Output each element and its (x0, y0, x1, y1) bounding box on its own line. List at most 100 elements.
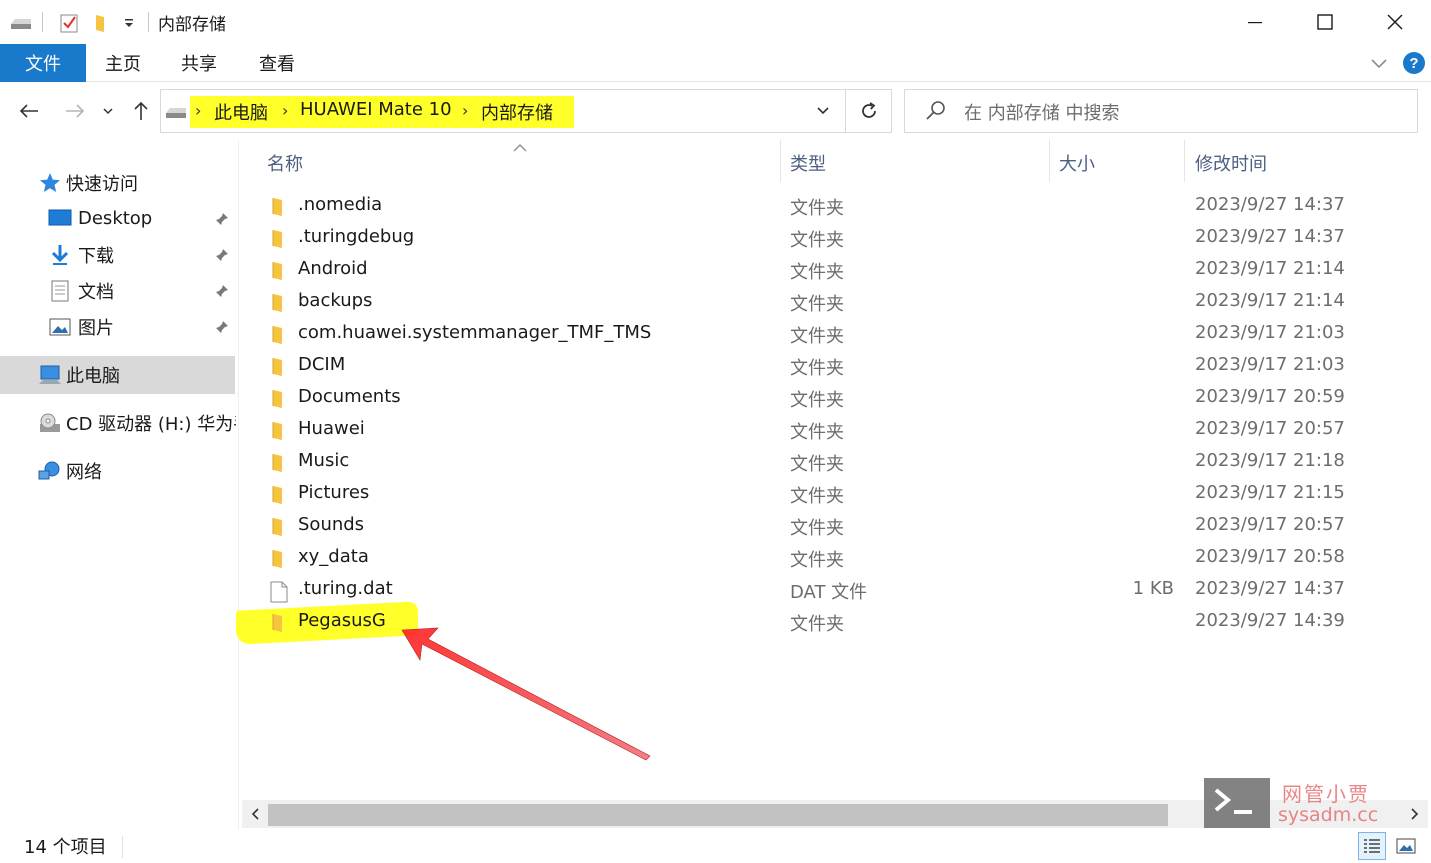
column-divider[interactable] (1184, 140, 1185, 182)
breadcrumb-separator[interactable]: › (195, 101, 201, 120)
file-row[interactable]: Sounds 文件夹 2023/9/17 20:57 (256, 510, 1406, 542)
title-bar: 内部存储 (0, 0, 1431, 44)
drive-icon[interactable] (8, 10, 34, 36)
folder-icon (270, 197, 288, 217)
folder-icon (270, 261, 288, 281)
scroll-left-button[interactable] (242, 800, 268, 828)
search-placeholder: 在 内部存储 中搜索 (964, 103, 1120, 124)
nav-label: 图片 (78, 318, 114, 339)
details-view-button[interactable] (1358, 832, 1386, 860)
file-name: backups (298, 290, 373, 311)
folder-icon (270, 421, 288, 441)
chevron-down-icon (817, 107, 829, 115)
expand-ribbon-button[interactable] (1370, 50, 1396, 76)
file-type: 文件夹 (790, 518, 844, 539)
scroll-right-button[interactable] (1402, 800, 1428, 828)
help-button[interactable]: ? (1402, 50, 1428, 76)
tab-file[interactable]: 文件 (0, 44, 86, 82)
large-icons-view-button[interactable] (1392, 832, 1420, 860)
file-row[interactable]: Pictures 文件夹 2023/9/17 21:15 (256, 478, 1406, 510)
properties-icon[interactable] (56, 10, 82, 36)
file-name: Sounds (298, 514, 365, 535)
column-header-modified[interactable]: 修改时间 (1195, 150, 1267, 176)
file-name: Music (298, 450, 350, 471)
breadcrumb-this-pc[interactable]: 此电脑 (214, 99, 268, 125)
file-row[interactable]: xy_data 文件夹 2023/9/17 20:58 (256, 542, 1406, 574)
file-modified: 2023/9/17 20:58 (1195, 546, 1345, 567)
breadcrumb-internal-storage[interactable]: 内部存储 (481, 99, 553, 125)
status-item-count: 14 个项目 (24, 837, 107, 858)
refresh-button[interactable] (846, 89, 892, 133)
arrow-up-icon (134, 101, 148, 120)
file-modified: 2023/9/17 21:03 (1195, 322, 1345, 343)
new-folder-icon[interactable] (88, 10, 114, 36)
folder-icon (270, 517, 288, 537)
breadcrumb-separator[interactable]: › (462, 101, 468, 120)
column-divider[interactable] (780, 140, 781, 182)
address-dropdown-button[interactable] (806, 96, 840, 126)
titlebar-divider (148, 12, 149, 32)
file-row[interactable]: backups 文件夹 2023/9/17 21:14 (256, 286, 1406, 318)
breadcrumb-device[interactable]: HUAWEI Mate 10 (300, 99, 452, 120)
nav-item-cd-drive[interactable]: CD 驱动器 (H:) 华为手机助手 (38, 410, 236, 436)
nav-item-downloads[interactable]: 下载 (48, 242, 114, 268)
file-type: 文件夹 (790, 262, 844, 283)
up-button[interactable] (126, 96, 156, 126)
file-modified: 2023/9/17 20:57 (1195, 418, 1345, 439)
column-header-size[interactable]: 大小 (1059, 150, 1095, 176)
nav-item-desktop[interactable]: Desktop (48, 206, 152, 230)
nav-label: 文档 (78, 282, 114, 303)
nav-item-quick-access[interactable]: 快速访问 (38, 170, 138, 196)
pin-icon[interactable] (214, 319, 230, 335)
file-name: PegasusG (298, 610, 386, 631)
file-type: 文件夹 (790, 390, 844, 411)
scrollbar-thumb[interactable] (268, 804, 1168, 826)
folder-icon (270, 389, 288, 409)
nav-item-network[interactable]: 网络 (38, 458, 102, 484)
nav-item-this-pc[interactable]: 此电脑 (38, 362, 120, 388)
watermark-text: 网管小贾 (1282, 782, 1370, 806)
file-modified: 2023/9/17 20:57 (1195, 514, 1345, 535)
status-divider (122, 836, 123, 858)
file-type: 文件夹 (790, 230, 844, 251)
nav-item-documents[interactable]: 文档 (48, 278, 114, 304)
nav-item-pictures[interactable]: 图片 (48, 314, 114, 340)
file-row[interactable]: Music 文件夹 2023/9/17 21:18 (256, 446, 1406, 478)
file-row[interactable]: com.huawei.systemmanager_TMF_TMS 文件夹 2023/… (256, 318, 1406, 350)
file-modified: 2023/9/17 21:14 (1195, 258, 1345, 279)
column-header-name[interactable]: 名称 (267, 150, 303, 176)
tab-share[interactable]: 共享 (168, 44, 230, 82)
tab-home[interactable]: 主页 (92, 44, 154, 82)
file-row[interactable]: Huawei 文件夹 2023/9/17 20:57 (256, 414, 1406, 446)
close-button[interactable] (1360, 0, 1430, 44)
file-row[interactable]: Documents 文件夹 2023/9/17 20:59 (256, 382, 1406, 414)
breadcrumb-separator[interactable]: › (282, 101, 288, 120)
file-row[interactable]: .turing.dat DAT 文件 1 KB 2023/9/27 14:37 (256, 574, 1406, 606)
tab-view[interactable]: 查看 (246, 44, 308, 82)
forward-button[interactable] (60, 96, 90, 126)
pin-icon[interactable] (214, 211, 230, 227)
chevron-right-icon (1411, 808, 1419, 820)
details-view-icon (1364, 839, 1380, 853)
column-divider[interactable] (1049, 140, 1050, 182)
file-row[interactable]: Android 文件夹 2023/9/17 21:14 (256, 254, 1406, 286)
file-modified: 2023/9/27 14:37 (1195, 194, 1345, 215)
minimize-button[interactable] (1220, 0, 1290, 44)
folder-icon (270, 485, 288, 505)
download-icon (48, 243, 72, 267)
nav-label: CD 驱动器 (H:) 华为手机助手 (66, 414, 236, 435)
back-button[interactable] (14, 96, 44, 126)
file-size: 1 KB (1132, 578, 1174, 599)
file-row[interactable]: .turingdebug 文件夹 2023/9/27 14:37 (256, 222, 1406, 254)
maximize-button[interactable] (1290, 0, 1360, 44)
column-header-type[interactable]: 类型 (790, 150, 826, 176)
file-row[interactable]: PegasusG 文件夹 2023/9/27 14:39 (256, 606, 1406, 638)
picture-icon (48, 315, 72, 339)
pin-icon[interactable] (214, 283, 230, 299)
recent-locations-button[interactable] (96, 96, 120, 126)
file-name: Huawei (298, 418, 365, 439)
pin-icon[interactable] (214, 247, 230, 263)
file-row[interactable]: .nomedia 文件夹 2023/9/27 14:37 (256, 190, 1406, 222)
customize-toolbar-icon[interactable] (116, 10, 142, 36)
file-row[interactable]: DCIM 文件夹 2023/9/17 21:03 (256, 350, 1406, 382)
